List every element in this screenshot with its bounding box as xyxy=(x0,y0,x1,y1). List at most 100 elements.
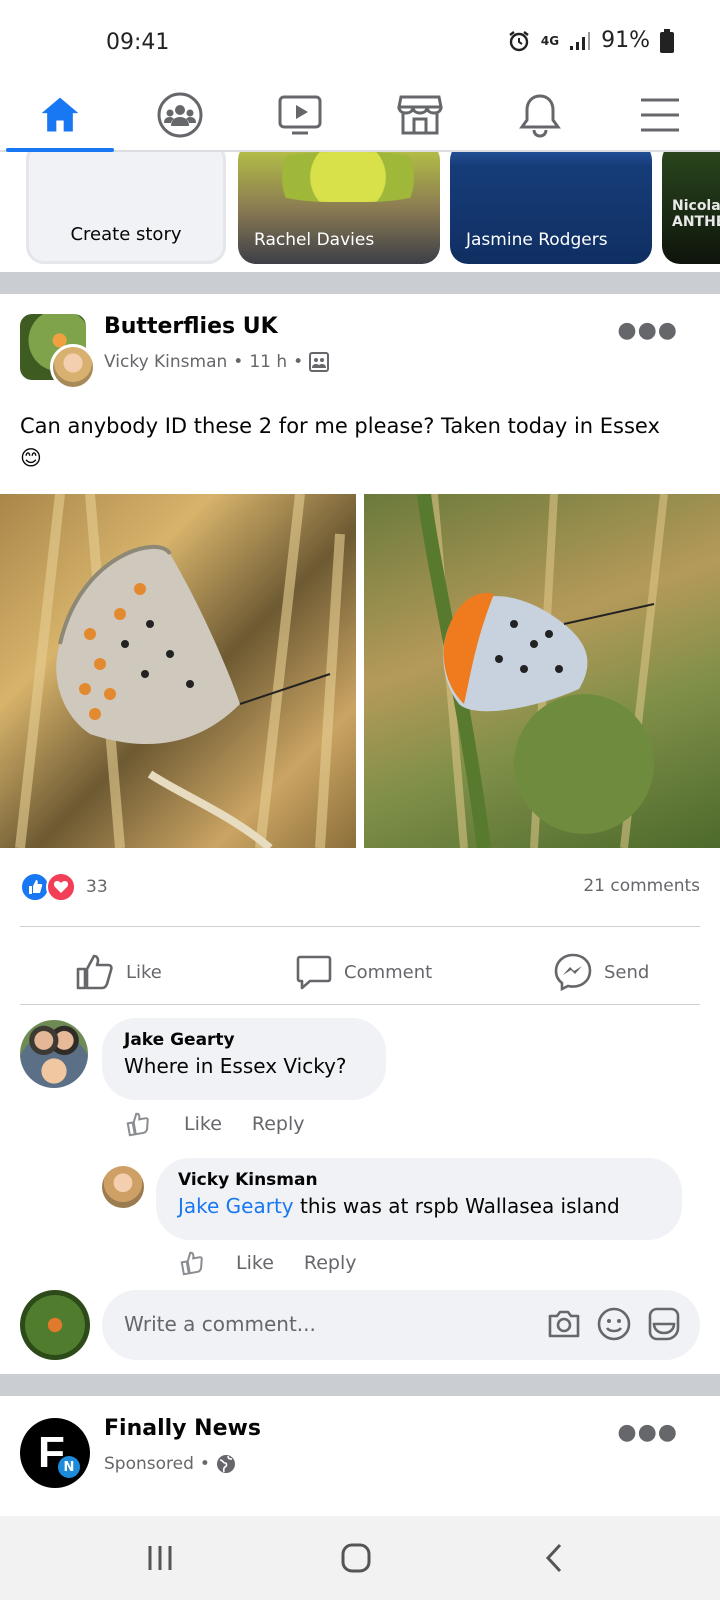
nav-marketplace[interactable] xyxy=(360,80,480,150)
post-actions: Like Comment Send xyxy=(0,940,720,1004)
comment-like-button[interactable]: Like xyxy=(184,1113,222,1135)
post-text: Can anybody ID these 2 for me please? Ta… xyxy=(20,410,710,474)
comment-label: Comment xyxy=(344,961,433,983)
comment-mention[interactable]: Jake Gearty xyxy=(178,1194,294,1218)
story-card[interactable]: Rachel Davies xyxy=(238,152,440,264)
author-avatar xyxy=(50,344,96,390)
comment-text: Jake Gearty this was at rspb Wallasea is… xyxy=(178,1194,660,1218)
comment-reply-button[interactable]: Reply xyxy=(304,1252,357,1274)
recent-apps-button[interactable] xyxy=(130,1536,190,1580)
network-label: 4G xyxy=(540,33,560,48)
post-time[interactable]: 11 h xyxy=(249,352,287,372)
butterfly-image xyxy=(15,494,345,848)
page-name[interactable]: Finally News xyxy=(104,1416,261,1441)
story-name: Nicola ANTHE xyxy=(672,198,720,230)
like-label: Like xyxy=(126,961,162,983)
groups-icon xyxy=(157,92,203,138)
post-photo[interactable] xyxy=(364,494,720,848)
status-time: 09:41 xyxy=(106,30,170,55)
nav-notifications[interactable] xyxy=(480,80,600,150)
marketplace-icon xyxy=(397,95,443,135)
commenter-avatar[interactable] xyxy=(20,1020,88,1088)
group-privacy-icon xyxy=(309,352,330,372)
messenger-icon xyxy=(554,953,592,991)
post-group-name[interactable]: Butterflies UK xyxy=(104,314,278,339)
feed-divider xyxy=(0,272,720,294)
comment-icon xyxy=(296,955,332,990)
comment-reply-button[interactable]: Reply xyxy=(252,1113,305,1135)
stories-tray: Create story Rachel Davies Jasmine Rodge… xyxy=(0,152,720,272)
separator xyxy=(20,926,700,927)
commenter-avatar[interactable] xyxy=(102,1166,144,1208)
comment-body: this was at rspb Wallasea island xyxy=(293,1194,620,1218)
home-icon xyxy=(41,97,79,132)
home-circle-icon xyxy=(341,1543,371,1573)
post-meta: Sponsored • xyxy=(104,1454,236,1474)
comment-like-button[interactable]: Like xyxy=(236,1252,274,1274)
comment-bubble: Jake Gearty Where in Essex Vicky? xyxy=(102,1018,386,1100)
story-name: Rachel Davies xyxy=(254,230,375,250)
battery-percent: 91% xyxy=(601,28,650,53)
back-button[interactable] xyxy=(524,1536,584,1580)
love-reaction-icon xyxy=(46,872,76,902)
write-comment-input[interactable]: Write a comment... xyxy=(102,1290,700,1360)
status-icons: 4G 91% xyxy=(507,28,674,53)
react-icon xyxy=(126,1112,149,1137)
composer-icons xyxy=(546,1306,682,1342)
reactions-summary[interactable]: 33 xyxy=(20,872,108,902)
comment-author[interactable]: Vicky Kinsman xyxy=(178,1170,660,1190)
post-photo[interactable] xyxy=(0,494,356,848)
story-thumbnail xyxy=(258,152,438,202)
comment-button[interactable]: Comment xyxy=(296,940,432,1004)
comment-actions: Like Reply xyxy=(122,1110,305,1138)
reaction-count: 33 xyxy=(86,877,108,897)
create-story-card[interactable]: Create story xyxy=(26,152,226,264)
page-avatar[interactable]: F N xyxy=(20,1418,90,1488)
post-emoji: 😊 xyxy=(20,446,42,470)
react-icon xyxy=(180,1251,203,1276)
battery-icon xyxy=(660,28,674,53)
comments-count[interactable]: 21 comments xyxy=(583,876,700,896)
thumbs-up-icon xyxy=(76,954,113,990)
create-story-label: Create story xyxy=(70,224,182,245)
nav-watch[interactable] xyxy=(240,80,360,150)
back-icon xyxy=(545,1543,562,1573)
my-avatar[interactable] xyxy=(20,1290,90,1360)
nav-groups[interactable] xyxy=(120,80,240,150)
feed-divider xyxy=(0,1374,720,1396)
status-bar: 09:41 4G 91% xyxy=(0,0,720,80)
camera-icon[interactable] xyxy=(546,1306,582,1342)
bell-icon xyxy=(519,94,561,138)
watch-icon xyxy=(278,95,322,135)
top-nav xyxy=(0,80,720,152)
alarm-icon xyxy=(509,30,529,51)
page-logo-badge: N xyxy=(58,1456,80,1478)
post-meta: Vicky Kinsman • 11 h • xyxy=(104,352,330,372)
comment-text: Where in Essex Vicky? xyxy=(124,1054,347,1078)
post-avatar[interactable] xyxy=(20,314,96,390)
comment-author[interactable]: Jake Gearty xyxy=(124,1030,364,1050)
post-more-icon[interactable]: ●●● xyxy=(617,318,678,343)
send-button[interactable]: Send xyxy=(554,940,649,1004)
butterfly-image xyxy=(417,494,668,848)
story-card[interactable]: Nicola ANTHE xyxy=(662,152,720,264)
nav-home[interactable] xyxy=(0,80,120,152)
send-label: Send xyxy=(604,961,650,983)
post-more-icon[interactable]: ●●● xyxy=(617,1420,678,1445)
emoji-icon[interactable] xyxy=(596,1306,632,1342)
story-name: Jasmine Rodgers xyxy=(466,230,608,250)
recent-apps-icon xyxy=(148,1546,172,1570)
like-button[interactable]: Like xyxy=(76,940,162,1004)
home-button[interactable] xyxy=(326,1536,386,1580)
nav-menu[interactable] xyxy=(600,80,720,150)
story-card[interactable]: Jasmine Rodgers xyxy=(450,152,652,264)
comment-actions: Like Reply xyxy=(176,1249,357,1277)
sponsored-label[interactable]: Sponsored xyxy=(104,1454,194,1474)
system-navigation-bar xyxy=(0,1516,720,1600)
separator xyxy=(20,1004,700,1005)
write-comment-placeholder: Write a comment... xyxy=(124,1312,316,1336)
comment-bubble: Vicky Kinsman Jake Gearty this was at rs… xyxy=(156,1158,682,1240)
menu-icon xyxy=(641,98,679,132)
gif-sticker-icon[interactable] xyxy=(646,1306,682,1342)
post-author[interactable]: Vicky Kinsman xyxy=(104,352,227,372)
